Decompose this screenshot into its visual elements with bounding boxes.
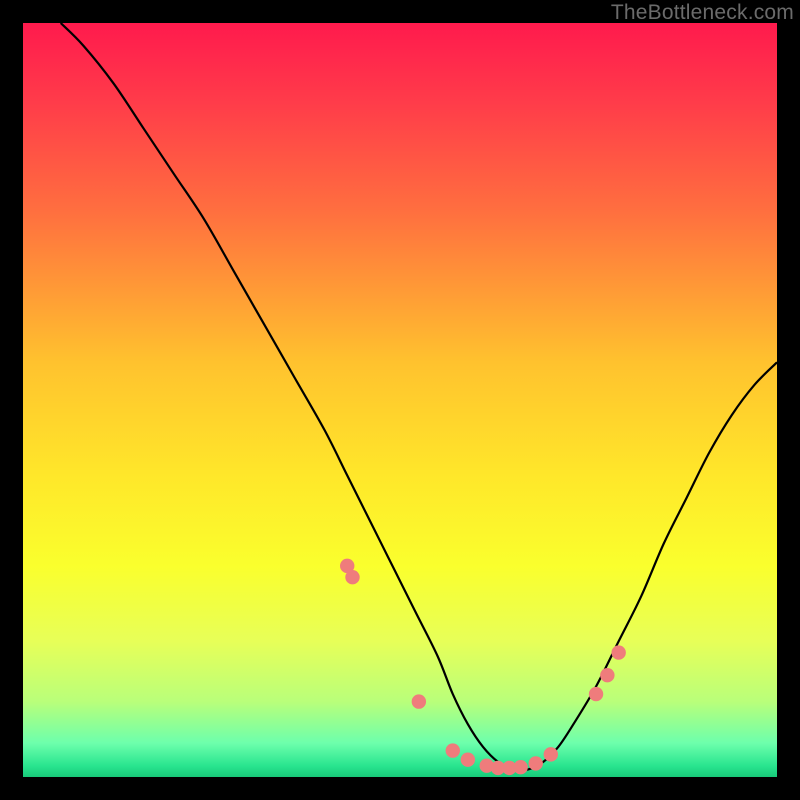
- curve-marker: [461, 752, 475, 766]
- watermark-text: TheBottleneck.com: [611, 1, 794, 25]
- bottleneck-chart: [23, 23, 777, 777]
- plot-background: [23, 23, 777, 777]
- curve-marker: [513, 760, 527, 774]
- curve-marker: [611, 645, 625, 659]
- curve-marker: [589, 687, 603, 701]
- curve-marker: [345, 570, 359, 584]
- curve-marker: [544, 747, 558, 761]
- chart-frame: [23, 23, 777, 777]
- curve-marker: [600, 668, 614, 682]
- curve-marker: [529, 756, 543, 770]
- curve-marker: [446, 743, 460, 757]
- curve-marker: [412, 694, 426, 708]
